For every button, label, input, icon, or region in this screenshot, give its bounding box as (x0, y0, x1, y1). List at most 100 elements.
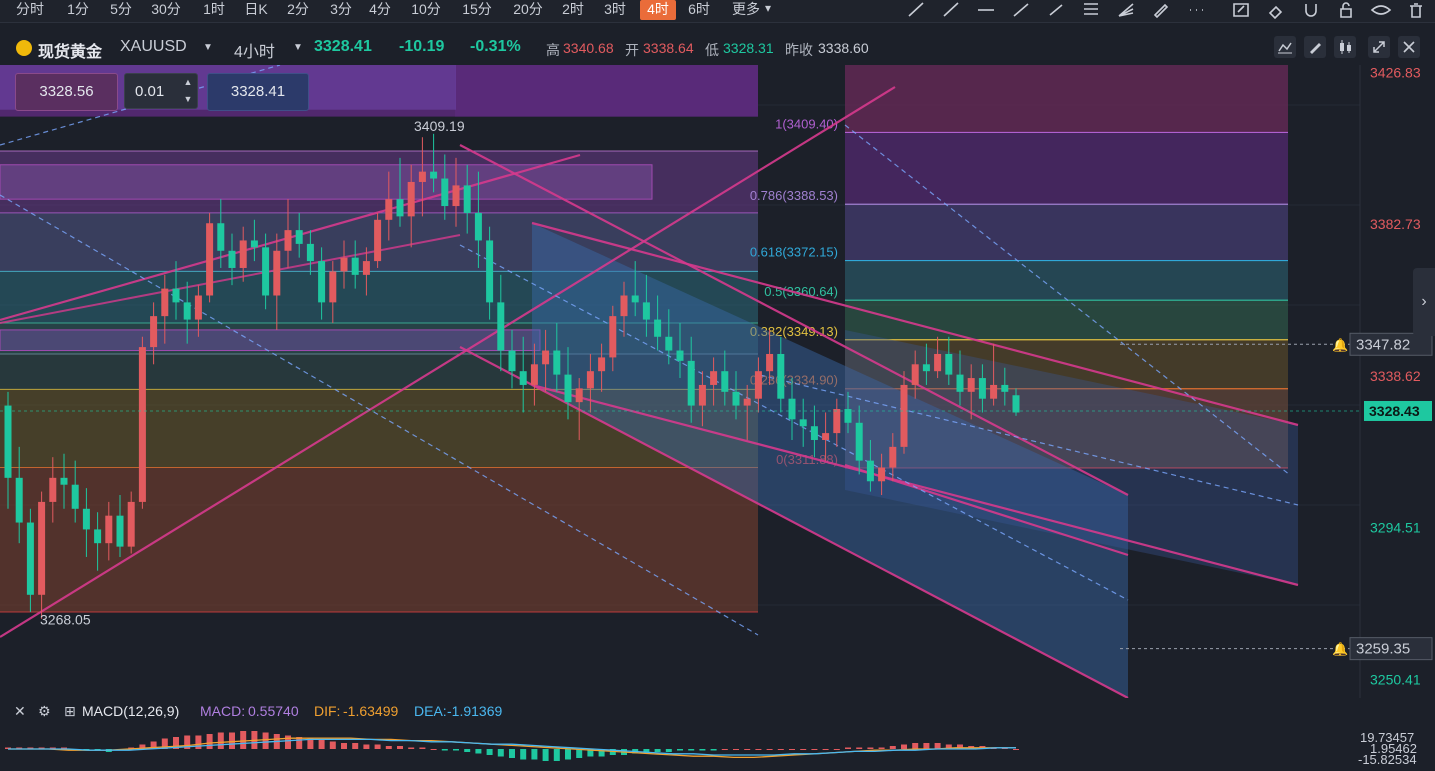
macd-bar (374, 744, 381, 749)
candle (127, 501, 135, 547)
candle (172, 288, 180, 303)
symbol-info-bar: 现货黄金 XAUUSD ▼ 4小时 ▼ 3328.41 -10.19 -0.31… (0, 34, 1435, 62)
macd-bar (475, 749, 482, 754)
lot-stepper[interactable]: ▲ ▼ (179, 74, 197, 108)
macd-bar (733, 749, 739, 750)
timeframe-12[interactable]: 2时 (555, 0, 591, 20)
timeframe-0[interactable]: 分时 (6, 0, 54, 20)
horizontal-line-icon[interactable] (975, 0, 997, 20)
macd-bar (576, 749, 583, 758)
macd-bar (240, 731, 247, 749)
fib-zone (0, 467, 758, 612)
candle (329, 271, 337, 303)
macd-bar (721, 749, 728, 750)
macd-bar (800, 749, 807, 750)
timeframe-5[interactable]: 日K (236, 0, 276, 20)
more-icon[interactable] (1185, 0, 1207, 20)
timeframe-6[interactable]: 2分 (278, 0, 318, 20)
trash-icon[interactable] (1405, 0, 1427, 20)
candle (94, 529, 102, 544)
candle (799, 419, 807, 427)
timeframe-1[interactable]: 1分 (58, 0, 98, 20)
candle (228, 250, 236, 268)
visibility-icon[interactable] (1370, 0, 1392, 20)
timeframe-11[interactable]: 20分 (505, 0, 551, 20)
macd-bar (363, 744, 370, 749)
candle (598, 357, 606, 372)
segment-icon[interactable] (1045, 0, 1067, 20)
macd-title: MACD(12,26,9) (82, 703, 180, 719)
magnet-icon[interactable] (1300, 0, 1322, 20)
candle (654, 319, 662, 337)
symbol-code[interactable]: XAUUSD (120, 38, 187, 56)
timeframe-14[interactable]: 4时 (640, 0, 676, 20)
macd-background (0, 722, 1435, 771)
candle (295, 230, 303, 244)
ray-line-icon[interactable] (940, 0, 962, 20)
timeframe-2[interactable]: 5分 (101, 0, 141, 20)
candle (441, 178, 449, 207)
settings-icon[interactable]: ⚙ (38, 703, 51, 720)
timeframe-4[interactable]: 1时 (194, 0, 234, 20)
symbol-dropdown-icon[interactable]: ▼ (203, 42, 213, 53)
candle (351, 257, 359, 275)
expand-panel-icon[interactable]: › (1413, 268, 1435, 336)
candle (116, 515, 124, 547)
macd-bar (856, 747, 863, 749)
macd-bar (744, 749, 751, 750)
extended-line-icon[interactable] (1010, 0, 1032, 20)
price-tick: 3250.41 (1370, 671, 1421, 687)
symbol-name[interactable]: 现货黄金 (38, 38, 102, 62)
candle (262, 247, 270, 296)
macd-bar (509, 749, 515, 758)
candle (60, 477, 68, 485)
candle (105, 515, 113, 544)
brush-icon[interactable] (1150, 0, 1172, 20)
more-dropdown-icon[interactable]: ▾ (765, 1, 771, 15)
open-label: 开 (625, 42, 639, 58)
interval-label[interactable]: 4小时 (234, 38, 275, 62)
highlight-box (0, 329, 541, 352)
add-indicator-icon[interactable]: ⊞ (64, 703, 76, 720)
fibonacci-icon[interactable] (1080, 0, 1102, 20)
stepper-down-icon[interactable]: ▼ (179, 91, 197, 108)
candle (26, 522, 34, 595)
timeframe-7[interactable]: 3分 (323, 0, 359, 20)
macd-bar (833, 749, 840, 750)
timeframe-9[interactable]: 10分 (403, 0, 449, 20)
macd-bar (341, 743, 347, 749)
lock-icon[interactable] (1335, 0, 1357, 20)
macd-bar (329, 741, 336, 749)
draw-pen-icon[interactable] (1304, 36, 1326, 58)
interval-dropdown-icon[interactable]: ▼ (293, 42, 303, 53)
indicator-icon[interactable] (1274, 36, 1296, 58)
close-indicator-icon[interactable]: ✕ (14, 703, 26, 720)
candle (855, 422, 863, 461)
candle (430, 171, 438, 179)
candle-style-icon[interactable] (1334, 36, 1356, 58)
gann-fan-icon[interactable] (1115, 0, 1137, 20)
timeframe-15[interactable]: 6时 (681, 0, 717, 20)
candle (1001, 384, 1009, 392)
candle (777, 353, 785, 399)
price-chart[interactable]: 1(3409.40)0.786(3388.53)0.618(3372.15)0.… (0, 65, 1435, 698)
candle (374, 219, 382, 262)
candle (833, 409, 841, 434)
stepper-up-icon[interactable]: ▲ (179, 74, 197, 91)
timeframe-3[interactable]: 30分 (142, 0, 190, 20)
timeframe-13[interactable]: 3时 (597, 0, 633, 20)
timeframe-16[interactable]: 更多 (722, 0, 770, 20)
macd-bar (755, 749, 762, 750)
buy-price-field[interactable]: 3328.41 (207, 73, 309, 111)
sell-price-field[interactable]: 3328.56 (15, 73, 118, 111)
macd-bar (520, 749, 527, 760)
trend-line-icon[interactable] (905, 0, 927, 20)
fullscreen-icon[interactable] (1368, 36, 1390, 58)
timeframe-10[interactable]: 15分 (454, 0, 500, 20)
candle (676, 350, 684, 361)
bell-icon: 🔔 (1332, 642, 1348, 658)
edit-icon[interactable] (1230, 0, 1252, 20)
eraser-icon[interactable] (1265, 0, 1287, 20)
timeframe-8[interactable]: 4分 (362, 0, 398, 20)
close-icon[interactable] (1398, 36, 1420, 58)
